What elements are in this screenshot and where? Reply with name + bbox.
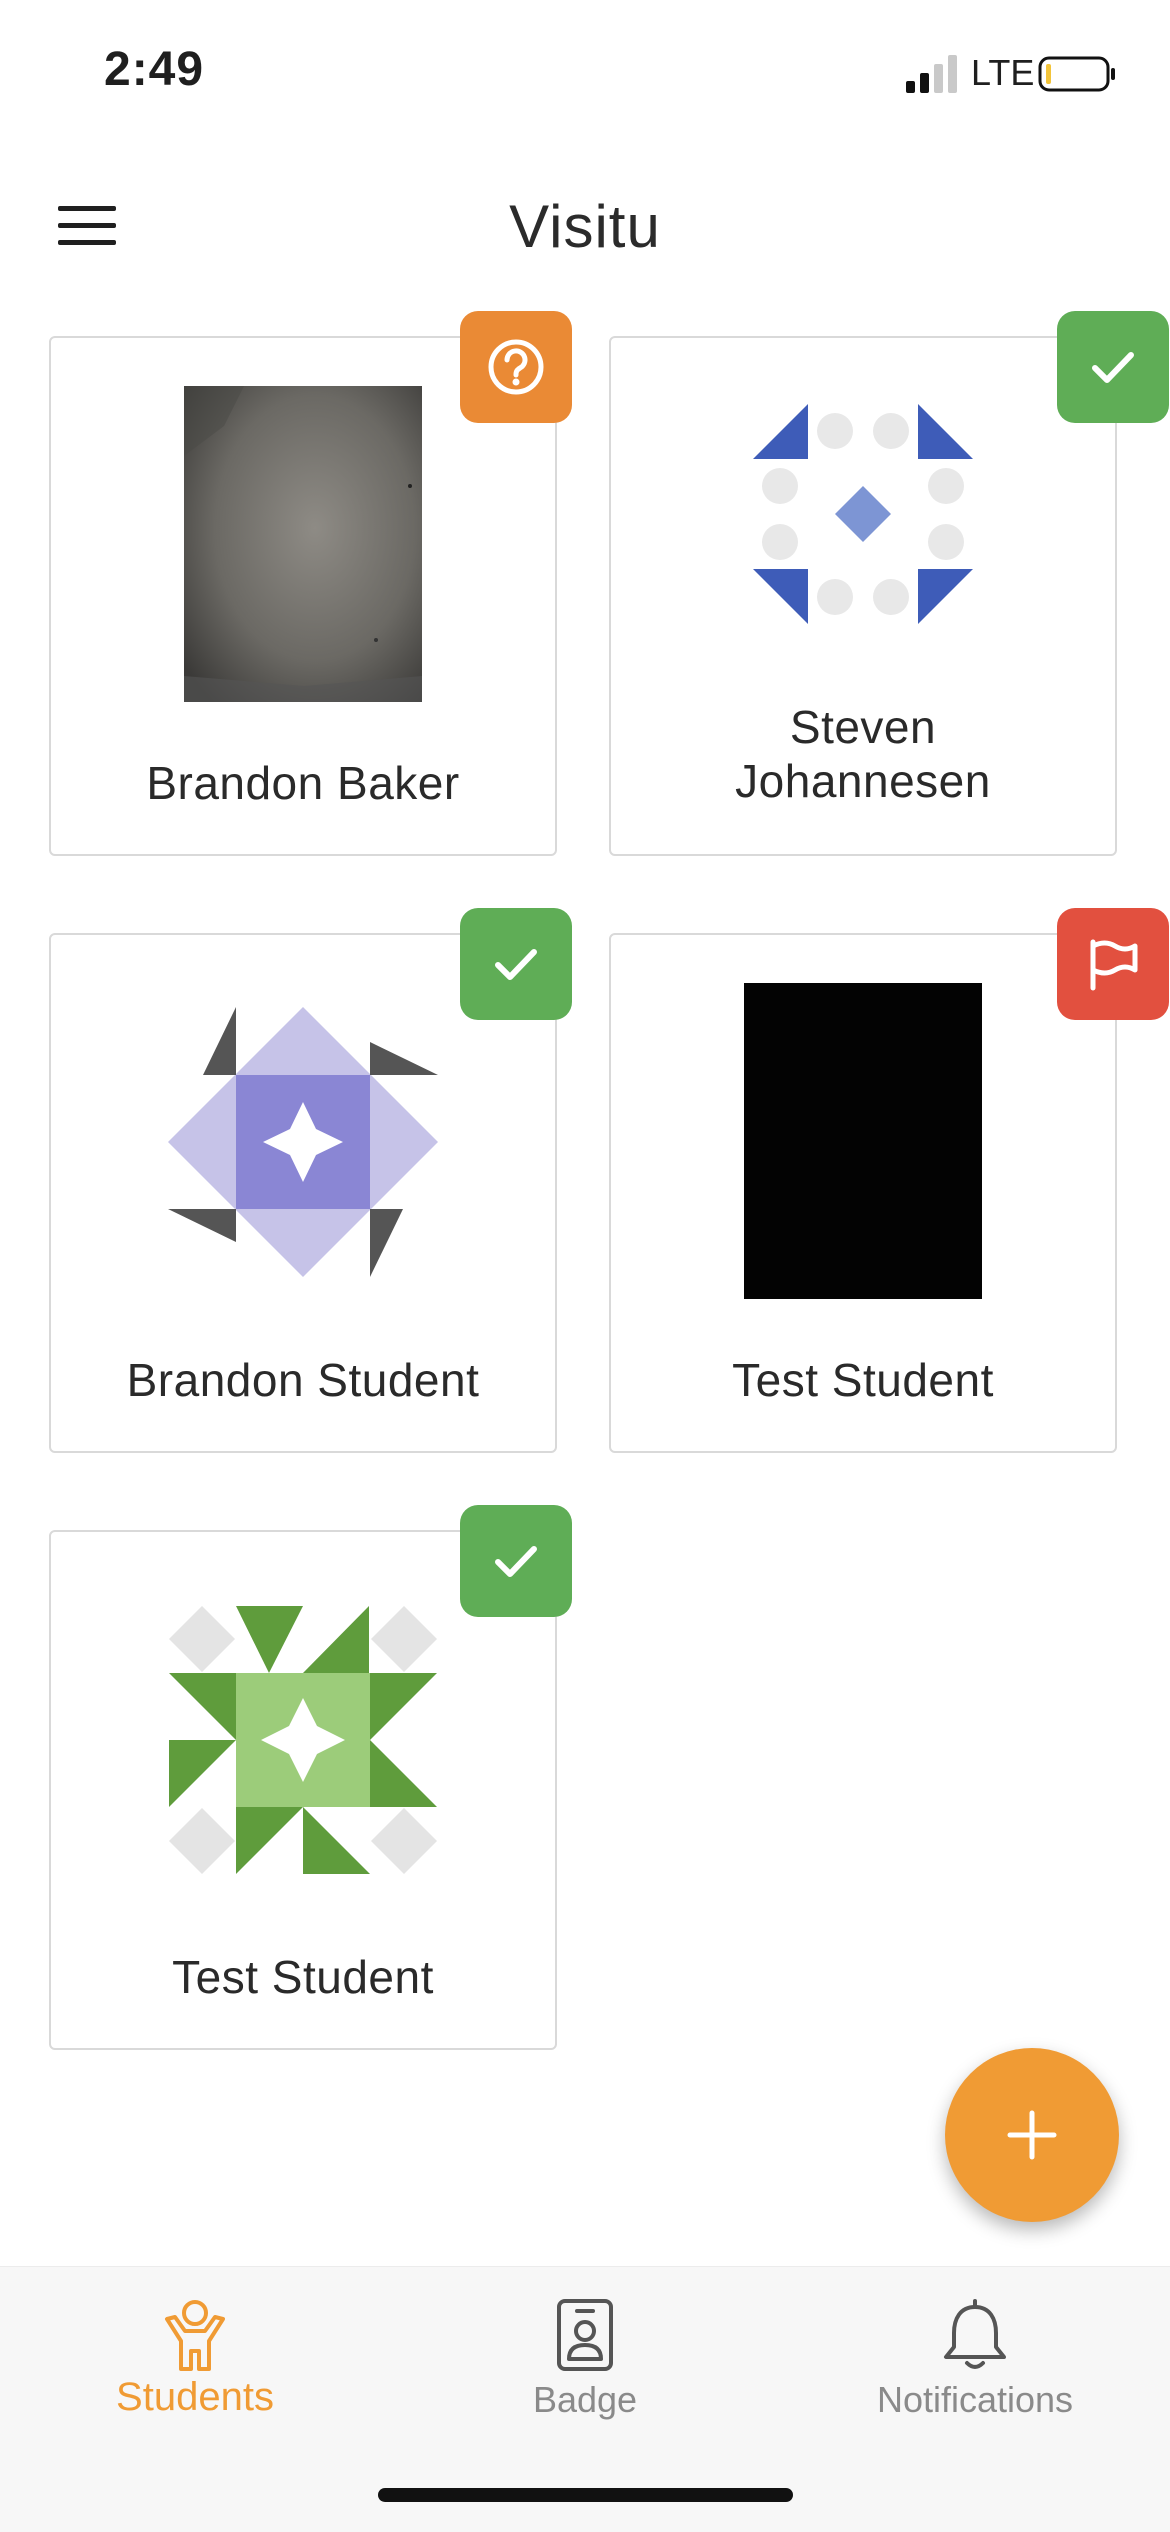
plus-icon xyxy=(1007,2110,1057,2160)
page-title: Visitu xyxy=(509,193,661,260)
tab-badge[interactable]: Badge xyxy=(390,2267,780,2457)
battery-icon xyxy=(1038,56,1115,92)
student-icon xyxy=(165,2300,225,2371)
student-card[interactable]: Steven Johannesen xyxy=(609,336,1117,856)
student-photo xyxy=(744,983,982,1299)
tab-label: Students xyxy=(116,2375,274,2419)
badge-icon xyxy=(557,2299,613,2371)
network-type: LTE xyxy=(971,52,1035,93)
tab-label: Notifications xyxy=(876,2379,1074,2420)
tab-students[interactable]: Students xyxy=(0,2267,390,2457)
status-badge-check xyxy=(460,1505,572,1617)
app-header: Visitu xyxy=(0,170,1170,280)
status-bar: 2:49 LTE xyxy=(0,0,1170,140)
student-card[interactable]: Test Student xyxy=(609,933,1117,1453)
question-icon xyxy=(488,339,544,395)
student-name: Brandon Baker xyxy=(146,757,460,809)
student-name: Test Student xyxy=(732,1354,994,1406)
status-badge-check xyxy=(460,908,572,1020)
student-name: Test Student xyxy=(172,1951,434,2003)
student-name: Steven Johannesen xyxy=(735,701,991,807)
screen: 2:49 LTE Visitu Brandon Baker Steven Joh… xyxy=(0,0,1170,2532)
status-badge-check xyxy=(1057,311,1169,423)
status-badge-question xyxy=(460,311,572,423)
flag-icon xyxy=(1090,939,1138,991)
add-student-button[interactable] xyxy=(945,2048,1119,2222)
identicon-green xyxy=(169,1606,437,1874)
home-indicator xyxy=(378,2488,793,2502)
student-name: Brandon Student xyxy=(126,1354,480,1406)
checkmark-icon xyxy=(495,949,537,980)
identicon-blue xyxy=(753,404,973,624)
tab-notifications[interactable]: Notifications xyxy=(780,2267,1170,2457)
checkmark-icon xyxy=(495,1546,537,1577)
tab-label: Badge xyxy=(532,2379,638,2420)
bell-icon xyxy=(944,2299,1006,2369)
status-time: 2:49 xyxy=(104,43,205,96)
checkmark-icon xyxy=(1092,352,1134,383)
student-photo xyxy=(184,386,422,702)
signal-strength-icon xyxy=(906,55,957,93)
status-badge-flag xyxy=(1057,908,1169,1020)
identicon-purple xyxy=(168,1007,438,1277)
